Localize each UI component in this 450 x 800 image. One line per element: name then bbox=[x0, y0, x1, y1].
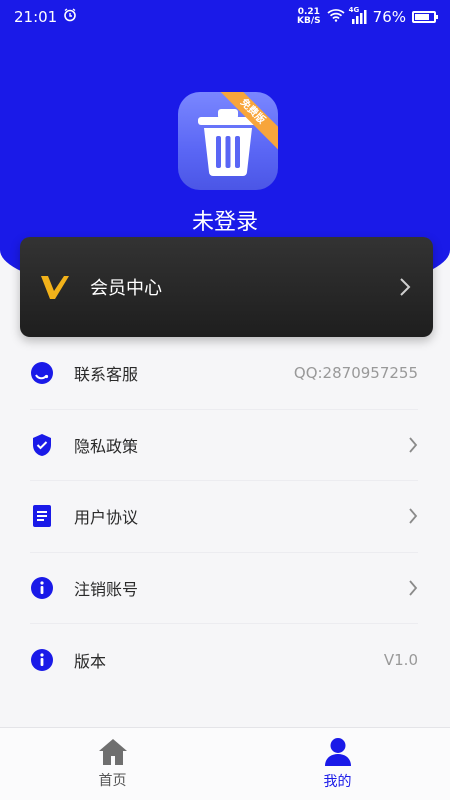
signal-icon: 4G bbox=[349, 6, 367, 24]
status-time: 21:01 bbox=[14, 8, 58, 26]
menu-item-label: 联系客服 bbox=[74, 365, 139, 385]
status-bar: 21:01 0.21 KB/S 4G 76% bbox=[0, 0, 450, 34]
vip-center-card[interactable]: 会员中心 bbox=[20, 237, 433, 337]
login-status-title[interactable]: 未登录 bbox=[0, 204, 450, 236]
wifi-icon bbox=[327, 8, 345, 26]
shield-check-icon bbox=[30, 433, 54, 457]
tab-mine[interactable]: 我的 bbox=[225, 728, 450, 800]
menu-item-label: 注销账号 bbox=[74, 579, 139, 599]
vip-center-label: 会员中心 bbox=[90, 278, 162, 299]
menu-item-label: 隐私政策 bbox=[74, 436, 139, 456]
app-version: V1.0 bbox=[383, 650, 418, 669]
chevron-right-icon bbox=[409, 437, 418, 453]
document-icon bbox=[30, 504, 54, 528]
support-qq-number: QQ:2870957255 bbox=[293, 364, 418, 383]
settings-menu: 联系客服 QQ:2870957255 隐私政策 用户协议 注销账号 版本 V1.… bbox=[30, 338, 418, 696]
menu-item-privacy-policy[interactable]: 隐私政策 bbox=[30, 410, 418, 481]
menu-item-label: 版本 bbox=[74, 651, 107, 671]
app-logo: 免费版 bbox=[178, 92, 278, 190]
menu-item-delete-account[interactable]: 注销账号 bbox=[30, 553, 418, 624]
battery-icon bbox=[412, 11, 438, 23]
user-icon bbox=[324, 738, 351, 766]
tab-label: 我的 bbox=[323, 774, 352, 790]
tab-label: 首页 bbox=[98, 773, 127, 789]
info-icon bbox=[30, 648, 54, 672]
battery-percent: 76% bbox=[372, 8, 406, 26]
vip-v-icon bbox=[41, 276, 69, 299]
menu-item-label: 用户协议 bbox=[74, 508, 139, 528]
info-icon bbox=[30, 576, 54, 600]
bottom-tab-bar: 首页 我的 bbox=[0, 727, 450, 800]
chevron-right-icon bbox=[409, 508, 418, 524]
trash-icon bbox=[198, 109, 258, 176]
chevron-right-icon bbox=[409, 580, 418, 596]
menu-item-user-agreement[interactable]: 用户协议 bbox=[30, 481, 418, 553]
menu-item-contact-support[interactable]: 联系客服 QQ:2870957255 bbox=[30, 338, 418, 410]
home-icon bbox=[98, 739, 127, 765]
tab-home[interactable]: 首页 bbox=[0, 728, 225, 800]
chevron-right-icon bbox=[400, 278, 411, 296]
alarm-icon bbox=[63, 8, 77, 26]
menu-item-version: 版本 V1.0 bbox=[30, 624, 418, 696]
net-speed: 0.21 KB/S bbox=[297, 7, 321, 26]
headset-icon bbox=[30, 361, 54, 385]
